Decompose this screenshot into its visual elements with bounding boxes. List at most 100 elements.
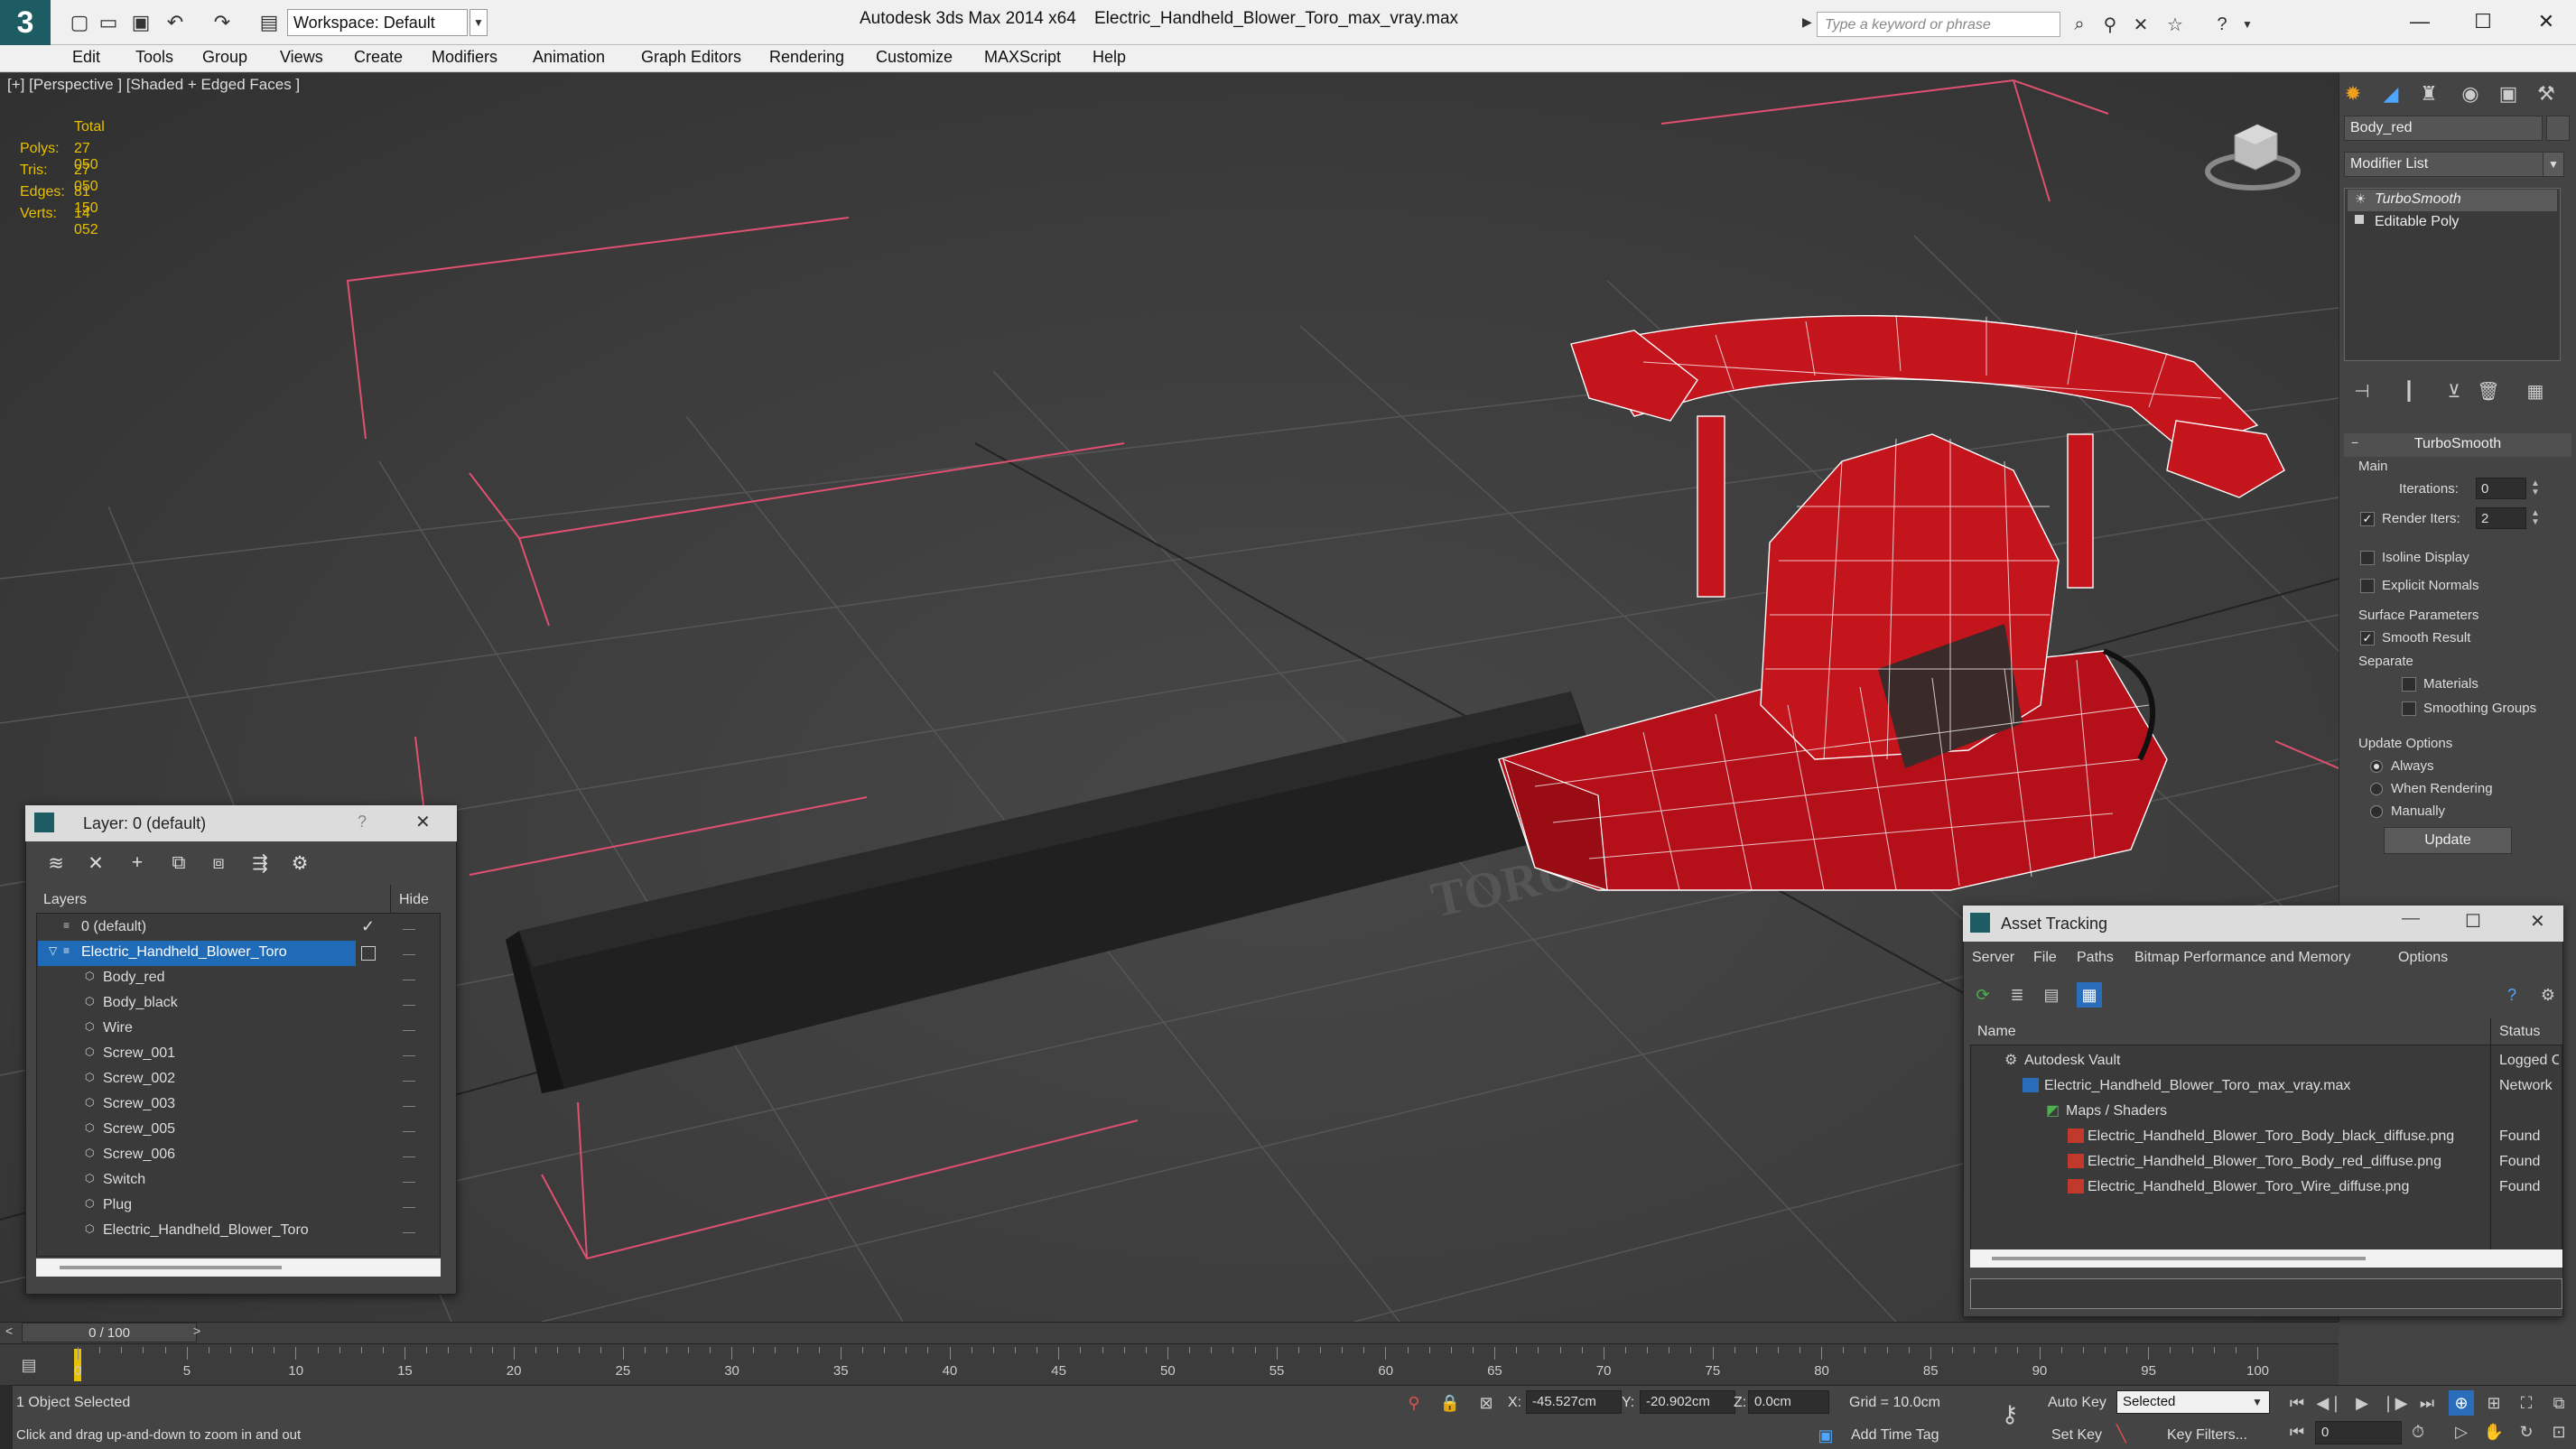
close-icon[interactable]: ✕: [415, 811, 431, 833]
object-color-swatch[interactable]: [2546, 116, 2570, 141]
asset-row[interactable]: Electric_Handheld_Blower_Toro_Body_red_d…: [1972, 1150, 2561, 1175]
layer-row[interactable]: ⬡ Wire —: [38, 1017, 439, 1042]
chevron-down-icon[interactable]: ▼: [2234, 12, 2261, 37]
turbosmooth-rollout[interactable]: TurboSmooth: [2344, 433, 2571, 457]
spinner-arrows-icon[interactable]: ▲ ▼: [2528, 507, 2543, 529]
utilities-tab-icon[interactable]: ⚒: [2530, 78, 2562, 110]
layer-row[interactable]: ⬡ Screw_003 —: [38, 1092, 439, 1118]
hide-toggle[interactable]: —: [403, 1073, 415, 1087]
asset-row[interactable]: ⚙ Autodesk Vault Logged O: [1972, 1049, 2561, 1074]
layer-row[interactable]: ⬡ Body_black —: [38, 991, 439, 1017]
hide-toggle[interactable]: —: [403, 921, 415, 935]
menu-group[interactable]: Group: [202, 48, 247, 67]
when-rendering-radio[interactable]: [2370, 783, 2383, 795]
subscription-icon[interactable]: ⚲: [2097, 12, 2124, 37]
layer-row[interactable]: ⬡ Plug —: [38, 1194, 439, 1219]
isolate-selection-icon[interactable]: ⚲: [1401, 1390, 1427, 1416]
make-unique-icon[interactable]: ⊻: [2438, 376, 2470, 406]
collapse-arrow-icon[interactable]: ▽: [49, 944, 57, 957]
next-frame-button[interactable]: >: [193, 1324, 200, 1338]
redo-icon[interactable]: ↷: [208, 8, 237, 37]
favorites-star-icon[interactable]: ☆: [2162, 12, 2189, 37]
render-iters-input[interactable]: 2: [2476, 507, 2526, 529]
layer-row[interactable]: ▽ ≡ Electric_Handheld_Blower_Toro —: [38, 941, 439, 966]
app-logo-icon[interactable]: 3: [0, 0, 51, 45]
orbit-icon[interactable]: ↻: [2514, 1419, 2539, 1444]
pin-stack-icon[interactable]: ⊣: [2346, 376, 2378, 406]
undo-icon[interactable]: ↶: [161, 8, 190, 37]
minimize-icon[interactable]: —: [2393, 5, 2447, 38]
open-file-icon[interactable]: ▭: [94, 8, 123, 37]
hide-toggle[interactable]: —: [403, 997, 415, 1011]
menu-rendering[interactable]: Rendering: [769, 48, 844, 67]
workspace-dropdown[interactable]: Workspace: Default: [287, 9, 468, 36]
asset-row[interactable]: Electric_Handheld_Blower_Toro_max_vray.m…: [1972, 1074, 2561, 1100]
chevron-down-icon[interactable]: ▼: [2252, 1396, 2263, 1408]
mini-curve-editor-icon[interactable]: ▤: [16, 1352, 42, 1378]
column-header-name[interactable]: Name: [1977, 1024, 2016, 1040]
chevron-right-icon[interactable]: ▶: [1802, 14, 1812, 30]
hide-toggle[interactable]: —: [403, 946, 415, 961]
project-folder-icon[interactable]: ▤: [255, 8, 284, 37]
layer-row[interactable]: ≡ 0 (default) ✓ —: [38, 915, 439, 941]
menu-help[interactable]: Help: [1093, 48, 1126, 67]
delete-layer-icon[interactable]: ✕: [81, 849, 110, 878]
time-tag-icon[interactable]: ▣: [1813, 1423, 1838, 1448]
menu-graph-editors[interactable]: Graph Editors: [641, 48, 741, 67]
isoline-display-checkbox[interactable]: [2360, 551, 2375, 565]
layer-row[interactable]: ⬡ Screw_005 —: [38, 1118, 439, 1143]
zoom-all-icon[interactable]: ⊞: [2481, 1390, 2506, 1416]
hide-toggle[interactable]: —: [403, 1199, 415, 1213]
column-header-status[interactable]: Status: [2499, 1024, 2540, 1040]
layer-row[interactable]: ⬡ Screw_001 —: [38, 1042, 439, 1067]
menu-edit[interactable]: Edit: [72, 48, 100, 67]
chevron-down-icon[interactable]: ▼: [470, 9, 488, 36]
absolute-mode-icon[interactable]: ⊠: [1474, 1390, 1499, 1416]
minimize-icon[interactable]: —: [2402, 908, 2420, 929]
asset-row[interactable]: ◩ Maps / Shaders: [1972, 1100, 2561, 1125]
zoom-icon[interactable]: ⊕: [2449, 1390, 2474, 1416]
explicit-normals-checkbox[interactable]: [2360, 579, 2375, 593]
modifier-list-dropdown[interactable]: Modifier List: [2344, 152, 2561, 177]
maximize-viewport-icon[interactable]: ⊡: [2546, 1419, 2571, 1444]
menu-maxscript[interactable]: MAXScript: [984, 48, 1061, 67]
binoculars-icon[interactable]: ⌕: [2066, 12, 2093, 37]
settings-icon[interactable]: ⚙: [2535, 982, 2561, 1008]
stack-item-turbosmooth[interactable]: TurboSmooth: [2348, 190, 2557, 211]
auto-key-button[interactable]: Auto Key: [2048, 1395, 2106, 1411]
help-button[interactable]: ?: [358, 813, 367, 831]
list-view-icon[interactable]: ≣: [2004, 982, 2030, 1008]
menu-tools[interactable]: Tools: [135, 48, 173, 67]
active-layer-check-icon[interactable]: ✓: [361, 917, 375, 936]
stack-item-editable-poly[interactable]: Editable Poly: [2348, 212, 2557, 234]
configure-sets-icon[interactable]: ▦: [2519, 376, 2552, 406]
set-key-button[interactable]: Set Key: [2051, 1427, 2102, 1444]
hide-toggle[interactable]: —: [403, 1148, 415, 1163]
zoom-extents-icon[interactable]: ⛶: [2514, 1390, 2539, 1416]
motion-tab-icon[interactable]: ◉: [2454, 78, 2487, 110]
asset-path-field[interactable]: [1970, 1278, 2562, 1309]
key-filters-button[interactable]: Key Filters...: [2167, 1427, 2247, 1444]
hierarchy-tab-icon[interactable]: ♜: [2413, 78, 2445, 110]
grid-view-icon[interactable]: ▦: [2077, 982, 2102, 1008]
close-icon[interactable]: ✕: [2530, 910, 2545, 933]
menu-views[interactable]: Views: [280, 48, 323, 67]
prev-frame-button[interactable]: <: [5, 1324, 13, 1338]
layer-row[interactable]: ⬡ Body_red —: [38, 966, 439, 991]
key-mode-dropdown[interactable]: Selected: [2116, 1390, 2270, 1414]
next-key-icon[interactable]: ❘▶: [2382, 1390, 2408, 1416]
move-to-layer-icon[interactable]: ⇶: [246, 849, 274, 878]
save-icon[interactable]: ▣: [126, 8, 155, 37]
go-to-start-icon[interactable]: ⏮: [2284, 1390, 2310, 1416]
select-objects-icon[interactable]: ⧉: [164, 849, 193, 878]
time-slider[interactable]: [0, 1322, 2339, 1343]
scrollbar-thumb[interactable]: [1992, 1257, 2366, 1260]
scrollbar-thumb[interactable]: [60, 1266, 282, 1269]
viewcube-icon[interactable]: [2203, 116, 2302, 197]
show-end-result-icon[interactable]: ┃: [2393, 376, 2425, 406]
chevron-down-icon[interactable]: ▼: [2543, 152, 2564, 177]
hide-toggle[interactable]: —: [403, 1123, 415, 1138]
hide-toggle[interactable]: —: [403, 1224, 415, 1239]
column-header-hide[interactable]: Hide: [399, 892, 429, 908]
zoom-extents-all-icon[interactable]: ⧉: [2546, 1390, 2571, 1416]
